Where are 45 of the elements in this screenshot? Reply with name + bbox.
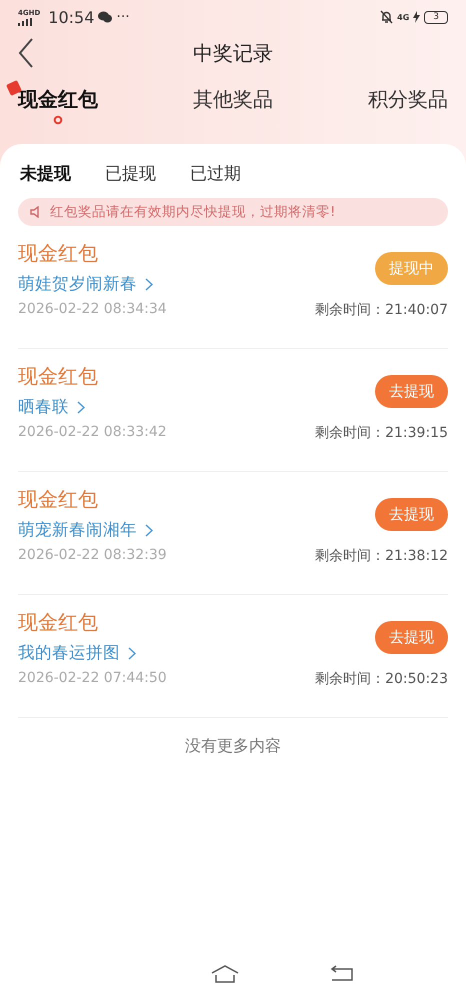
record-title: 现金红包 bbox=[18, 240, 99, 267]
more-indicator: ··· bbox=[116, 9, 130, 25]
filter-tab[interactable]: 未提现 bbox=[20, 162, 71, 198]
tab-indicator bbox=[53, 115, 63, 125]
notice-text: 红包奖品请在有效期内尽快提现，过期将清零! bbox=[50, 203, 336, 221]
page-title: 中奖记录 bbox=[193, 40, 273, 66]
filter-tab[interactable]: 已过期 bbox=[190, 162, 241, 198]
activity-link[interactable]: 晒春联 bbox=[18, 396, 167, 418]
category-tab[interactable]: 现金红包 bbox=[18, 86, 98, 113]
chat-icon bbox=[98, 11, 112, 23]
filter-tab[interactable]: 已提现 bbox=[105, 162, 156, 198]
withdraw-button[interactable]: 去提现 bbox=[375, 621, 448, 654]
record-date: 2026-02-22 08:34:34 bbox=[18, 301, 167, 317]
withdraw-button[interactable]: 去提现 bbox=[375, 375, 448, 408]
back-icon[interactable] bbox=[330, 964, 356, 982]
muted-bell-icon bbox=[380, 10, 394, 24]
charging-icon bbox=[413, 11, 420, 23]
activity-link[interactable]: 我的春运拼图 bbox=[18, 642, 167, 664]
record-title: 现金红包 bbox=[18, 609, 99, 636]
record-title: 现金红包 bbox=[18, 486, 99, 513]
withdraw-button[interactable]: 去提现 bbox=[375, 498, 448, 531]
signal-icon bbox=[18, 18, 32, 26]
home-icon[interactable] bbox=[210, 964, 240, 984]
chevron-icon bbox=[128, 646, 136, 660]
record-date: 2026-02-22 08:32:39 bbox=[18, 547, 167, 563]
record-date: 2026-02-22 07:44:50 bbox=[18, 670, 167, 686]
category-tab[interactable]: 其他奖品 bbox=[193, 86, 273, 113]
record-date: 2026-02-22 08:33:42 bbox=[18, 424, 167, 440]
chevron-icon bbox=[145, 524, 153, 536]
end-of-list-text: 没有更多内容 bbox=[184, 735, 282, 757]
category-tab[interactable]: 积分奖品 bbox=[368, 86, 448, 113]
chevron-icon bbox=[145, 278, 153, 290]
record-title: 现金红包 bbox=[18, 363, 99, 390]
remaining-time: 剩余时间：20:50:23 bbox=[315, 670, 448, 688]
activity-link[interactable]: 萌宠新春闹湘年 bbox=[18, 519, 167, 541]
withdraw-button[interactable]: 提现中 bbox=[375, 252, 448, 285]
remaining-time: 剩余时间：21:39:15 bbox=[315, 424, 448, 442]
chevron-icon bbox=[77, 400, 85, 414]
activity-link[interactable]: 萌娃贺岁闹新春 bbox=[18, 273, 167, 295]
battery-icon: 3 bbox=[424, 10, 448, 24]
back-icon[interactable] bbox=[18, 38, 34, 68]
remaining-time: 剩余时间：21:38:12 bbox=[315, 547, 448, 565]
remaining-time: 剩余时间：21:40:07 bbox=[315, 301, 448, 319]
network-label: 4G bbox=[397, 12, 410, 22]
clock-time: 10:54 bbox=[48, 8, 94, 26]
